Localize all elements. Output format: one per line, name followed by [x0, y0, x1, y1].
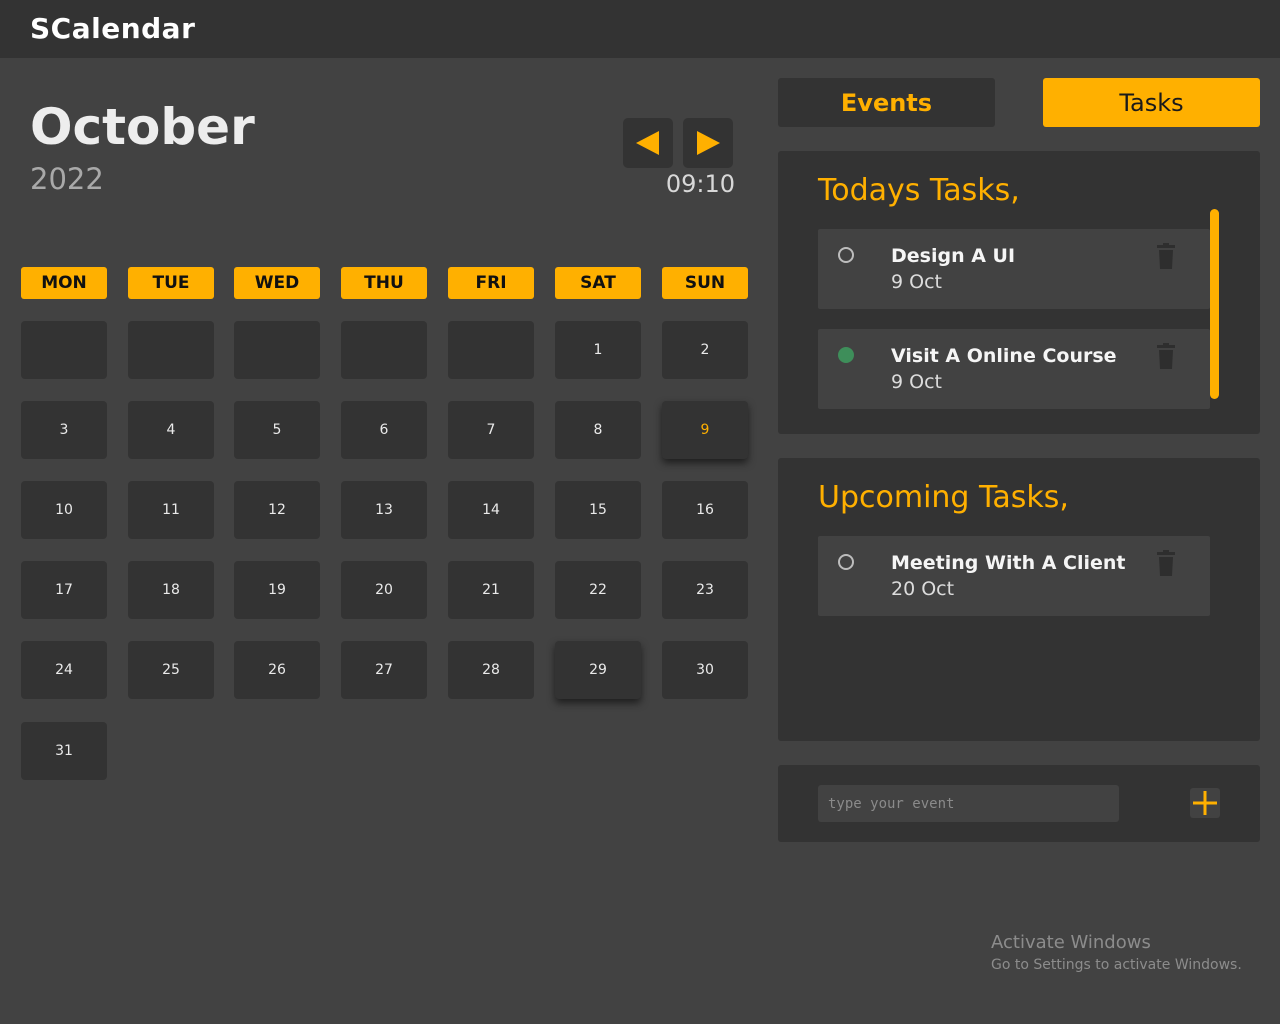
activation-watermark: Activate Windows Go to Settings to activ…	[991, 932, 1242, 973]
empty-day-cell	[21, 321, 107, 379]
trash-icon[interactable]	[1156, 550, 1176, 576]
watermark-title: Activate Windows	[991, 932, 1151, 953]
day-cell[interactable]: 7	[448, 401, 534, 459]
weekday-thu: THU	[341, 267, 427, 299]
day-cell[interactable]: 12	[234, 481, 320, 539]
task-name: Design A UI	[891, 245, 1016, 267]
day-cell-today[interactable]: 9	[662, 401, 748, 459]
task-item: Meeting With A Client 20 Oct	[818, 536, 1210, 616]
task-date: 9 Oct	[891, 371, 942, 393]
weekday-wed: WED	[234, 267, 320, 299]
day-cell[interactable]: 18	[128, 561, 214, 619]
clock: 09:10	[665, 170, 735, 198]
triangle-left-icon	[636, 131, 659, 155]
weekday-sat: SAT	[555, 267, 641, 299]
day-cell[interactable]: 4	[128, 401, 214, 459]
trash-icon[interactable]	[1156, 343, 1176, 369]
day-cell[interactable]: 5	[234, 401, 320, 459]
day-cell[interactable]: 25	[128, 641, 214, 699]
plus-icon	[1193, 791, 1217, 815]
day-cell[interactable]: 16	[662, 481, 748, 539]
day-cell[interactable]: 10	[21, 481, 107, 539]
day-cell[interactable]: 19	[234, 561, 320, 619]
tasks-scrollbar[interactable]	[1210, 209, 1219, 399]
day-cell[interactable]: 15	[555, 481, 641, 539]
upcoming-tasks-title: Upcoming Tasks,	[818, 480, 1069, 515]
day-cell[interactable]: 2	[662, 321, 748, 379]
upcoming-tasks-panel: Upcoming Tasks, Meeting With A Client 20…	[778, 458, 1260, 741]
task-name: Meeting With A Client	[891, 552, 1126, 574]
day-cell[interactable]: 31	[21, 722, 107, 780]
weekday-fri: FRI	[448, 267, 534, 299]
empty-day-cell	[448, 321, 534, 379]
add-event-button[interactable]	[1190, 788, 1220, 818]
day-cell-hovered[interactable]: 29	[555, 641, 641, 699]
day-cell[interactable]: 23	[662, 561, 748, 619]
day-cell[interactable]: 8	[555, 401, 641, 459]
weekday-mon: MON	[21, 267, 107, 299]
day-cell[interactable]: 11	[128, 481, 214, 539]
tab-events[interactable]: Events	[778, 78, 995, 127]
add-event-panel	[778, 765, 1260, 842]
empty-day-cell	[341, 321, 427, 379]
tab-tasks[interactable]: Tasks	[1043, 78, 1260, 127]
task-item: Visit A Online Course 9 Oct	[818, 329, 1210, 409]
day-cell[interactable]: 17	[21, 561, 107, 619]
day-cell[interactable]: 28	[448, 641, 534, 699]
triangle-right-icon	[697, 131, 720, 155]
empty-day-cell	[234, 321, 320, 379]
day-cell[interactable]: 30	[662, 641, 748, 699]
day-cell[interactable]: 13	[341, 481, 427, 539]
top-bar: SCalendar	[0, 0, 1280, 58]
task-date: 9 Oct	[891, 271, 942, 293]
year-label: 2022	[30, 162, 104, 196]
task-item: Design A UI 9 Oct	[818, 229, 1210, 309]
month-label: October	[30, 98, 255, 156]
day-cell[interactable]: 27	[341, 641, 427, 699]
day-cell[interactable]: 3	[21, 401, 107, 459]
trash-icon[interactable]	[1156, 243, 1176, 269]
todays-tasks-title: Todays Tasks,	[818, 173, 1020, 208]
day-cell[interactable]: 22	[555, 561, 641, 619]
day-cell[interactable]: 20	[341, 561, 427, 619]
task-name: Visit A Online Course	[891, 345, 1117, 367]
prev-month-button[interactable]	[623, 118, 673, 168]
watermark-subtitle: Go to Settings to activate Windows.	[991, 957, 1242, 973]
task-checkbox[interactable]	[838, 247, 854, 263]
day-cell[interactable]: 1	[555, 321, 641, 379]
empty-day-cell	[128, 321, 214, 379]
app-title: SCalendar	[30, 12, 196, 45]
day-cell[interactable]: 21	[448, 561, 534, 619]
day-cell[interactable]: 26	[234, 641, 320, 699]
weekday-sun: SUN	[662, 267, 748, 299]
task-checkbox[interactable]	[838, 554, 854, 570]
task-checkbox-checked[interactable]	[838, 347, 854, 363]
next-month-button[interactable]	[683, 118, 733, 168]
day-cell[interactable]: 6	[341, 401, 427, 459]
weekday-tue: TUE	[128, 267, 214, 299]
event-input[interactable]	[818, 785, 1119, 822]
day-cell[interactable]: 24	[21, 641, 107, 699]
task-date: 20 Oct	[891, 578, 955, 600]
todays-tasks-panel: Todays Tasks, Design A UI 9 Oct Visit A …	[778, 151, 1260, 434]
day-cell[interactable]: 14	[448, 481, 534, 539]
